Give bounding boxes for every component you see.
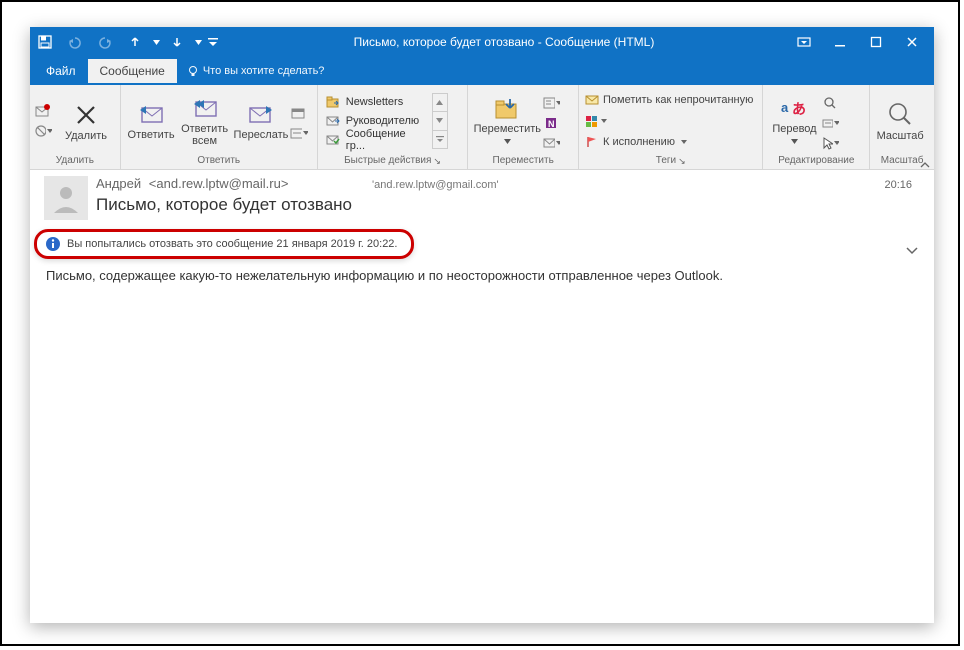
forward-icon (246, 102, 276, 126)
group-respond-label: Ответить (125, 155, 313, 169)
maximize-icon[interactable] (858, 27, 894, 57)
follow-up-button[interactable]: К исполнению (585, 133, 753, 151)
reply-button[interactable]: Ответить (125, 102, 178, 141)
select-icon[interactable] (821, 134, 839, 152)
svg-text:a: a (781, 100, 789, 115)
next-item-icon[interactable] (162, 27, 192, 57)
close-icon[interactable] (894, 27, 930, 57)
body-text: Письмо, содержащее какую-то нежелательну… (46, 268, 723, 283)
reply-all-label: Ответить всем (181, 123, 228, 147)
tags-launcher-icon[interactable]: ↘ (678, 155, 686, 167)
recall-notice-text: Вы попытались отозвать это сообщение 21 … (67, 238, 397, 250)
group-tags: Пометить как непрочитанную К исполнению … (579, 85, 763, 169)
find-icon[interactable] (821, 94, 839, 112)
delete-button[interactable]: Удалить (58, 101, 114, 142)
reply-icon (136, 102, 166, 126)
categorize-button[interactable] (585, 112, 753, 130)
from-name: Андрей (96, 176, 141, 191)
ribbon-tabs: Файл Сообщение Что вы хотите сделать? (30, 57, 934, 85)
meeting-icon[interactable] (290, 104, 308, 122)
group-tags-label: Теги (656, 155, 676, 167)
junk-icon[interactable] (34, 122, 52, 140)
rules-icon[interactable] (542, 94, 560, 112)
forward-button[interactable]: Переслать (232, 102, 290, 141)
delete-x-icon (74, 101, 98, 127)
group-move: Переместить N Переместить (468, 85, 579, 169)
reply-all-icon (190, 96, 220, 120)
reply-label: Ответить (128, 129, 175, 141)
tab-file[interactable]: Файл (34, 59, 88, 83)
subject: Письмо, которое будет отозвано (96, 195, 352, 215)
ribbon-options-icon[interactable] (786, 27, 822, 57)
from-field: Андрей <and.rew.lptw@mail.ru> (96, 176, 352, 191)
group-quicksteps: Newsletters Руководителю Сообщение гр...… (318, 85, 469, 169)
tell-me-label: Что вы хотите сделать? (203, 65, 325, 77)
save-icon[interactable] (30, 27, 60, 57)
translate-button[interactable]: aあ Перевод (767, 96, 821, 147)
group-editing: aあ Перевод Редактирование (763, 85, 870, 169)
mark-unread-button[interactable]: Пометить как непрочитанную (585, 91, 753, 109)
quicksteps-launcher-icon[interactable]: ↘ (433, 155, 441, 167)
group-move-label: Переместить (472, 155, 574, 169)
outlook-message-window: Письмо, которое будет отозвано - Сообщен… (30, 27, 934, 623)
translate-icon: aあ (780, 96, 808, 120)
qat-customize-icon[interactable] (204, 27, 222, 57)
avatar (44, 176, 88, 220)
envelope-check-icon (326, 134, 340, 146)
recall-notice-callout: Вы попытались отозвать это сообщение 21 … (34, 229, 414, 259)
ribbon: Удалить Удалить Ответить Ответить всем П… (30, 85, 934, 170)
quickstep-teammail[interactable]: Сообщение гр... (322, 131, 432, 150)
message-header: Андрей <and.rew.lptw@mail.ru> Письмо, ко… (30, 170, 934, 220)
group-quicksteps-label: Быстрые действия (344, 155, 431, 167)
next-item-dropdown-icon[interactable] (192, 27, 204, 57)
categories-icon (585, 115, 599, 127)
from-email: <and.rew.lptw@mail.ru> (149, 176, 289, 191)
svg-text:N: N (548, 119, 555, 129)
related-icon[interactable] (821, 114, 839, 132)
collapse-ribbon-icon[interactable] (916, 85, 934, 173)
minimize-icon[interactable] (822, 27, 858, 57)
prev-item-dropdown-icon[interactable] (150, 27, 162, 57)
tab-message[interactable]: Сообщение (88, 59, 177, 83)
flag-icon (585, 136, 599, 148)
move-button[interactable]: Переместить (472, 96, 542, 147)
window-title: Письмо, которое будет отозвано - Сообщен… (222, 35, 786, 49)
header-collapse-icon[interactable] (906, 247, 918, 255)
envelope-forward-icon (326, 115, 340, 127)
envelope-closed-icon (585, 94, 599, 106)
group-delete-label: Удалить (34, 155, 116, 169)
title-bar: Письмо, которое будет отозвано - Сообщен… (30, 27, 934, 57)
onenote-icon[interactable]: N (542, 114, 560, 132)
info-icon (45, 236, 61, 252)
group-delete: Удалить Удалить (30, 85, 121, 169)
delete-label: Удалить (65, 130, 107, 142)
tell-me-search[interactable]: Что вы хотите сделать? (177, 59, 335, 83)
move-label: Переместить (474, 123, 541, 135)
received-time: 20:16 (884, 179, 920, 191)
undo-icon[interactable] (60, 27, 90, 57)
reply-all-button[interactable]: Ответить всем (177, 96, 231, 147)
more-respond-icon[interactable] (290, 124, 308, 142)
lightbulb-icon (187, 65, 199, 77)
group-editing-label: Редактирование (767, 155, 865, 169)
forward-label: Переслать (234, 129, 289, 141)
folder-move-icon (326, 96, 340, 108)
ignore-icon[interactable] (34, 102, 52, 120)
actions-icon[interactable] (542, 134, 560, 152)
quicksteps-gallery-scroll[interactable] (432, 93, 448, 149)
svg-text:あ: あ (792, 101, 806, 117)
prev-item-icon[interactable] (120, 27, 150, 57)
to-field: 'and.rew.lptw@gmail.com' (372, 179, 499, 191)
group-respond: Ответить Ответить всем Переслать Ответит… (121, 85, 318, 169)
magnifier-icon (887, 101, 913, 127)
redo-icon[interactable] (90, 27, 120, 57)
move-folder-icon (494, 96, 520, 120)
translate-label: Перевод (772, 123, 816, 135)
person-icon (49, 181, 83, 215)
quickstep-newsletters[interactable]: Newsletters (322, 93, 432, 112)
